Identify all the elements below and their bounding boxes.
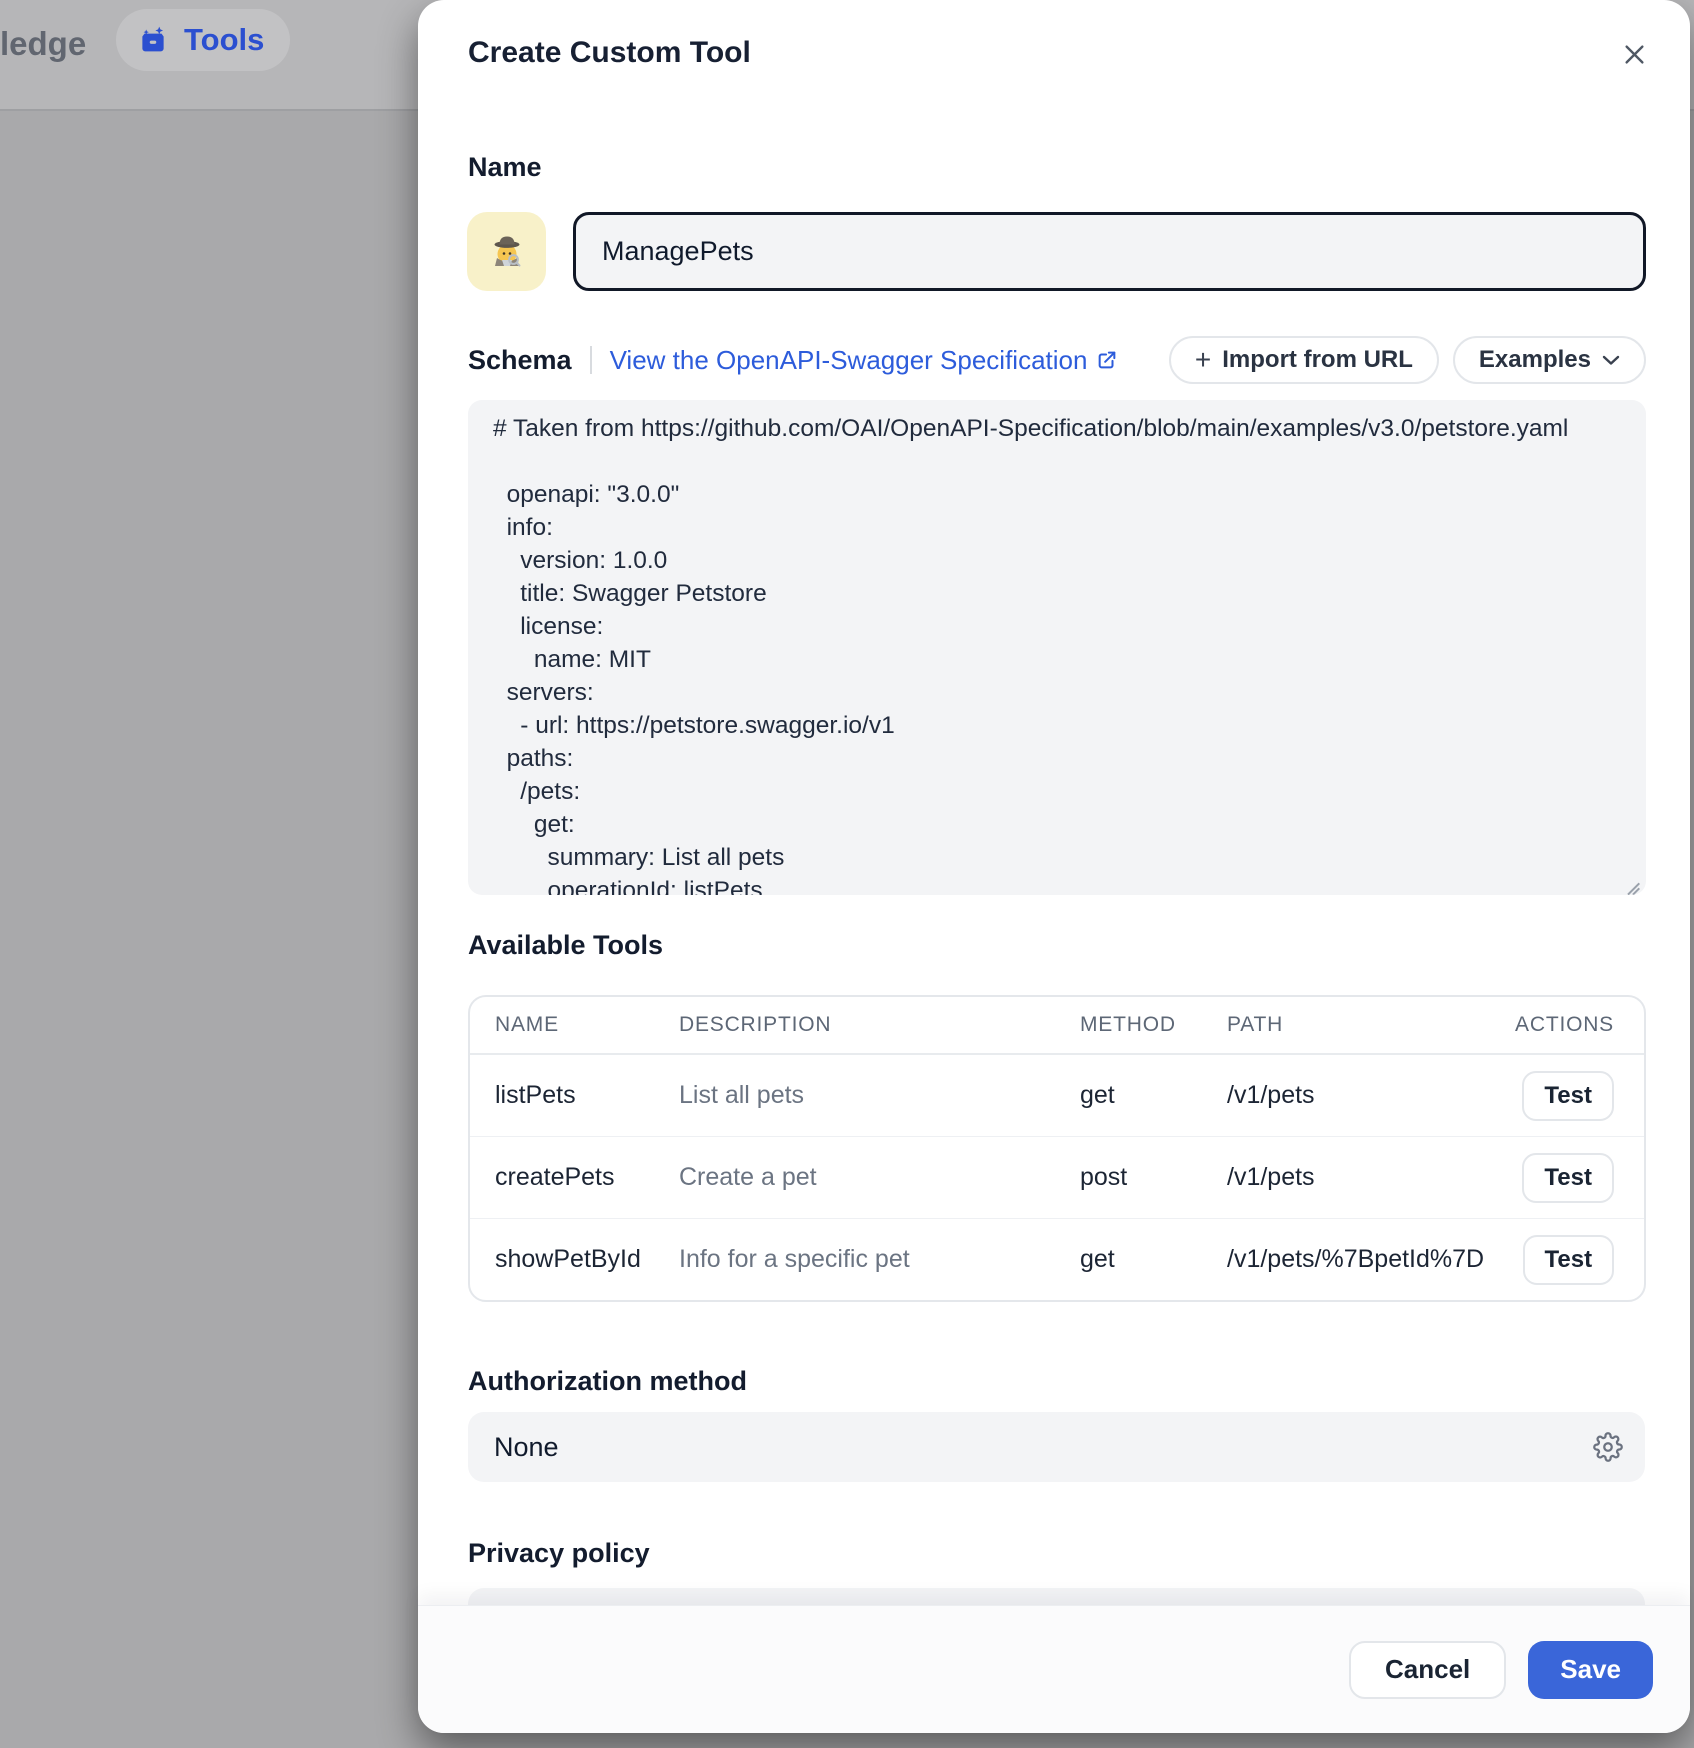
column-header-name: NAME (495, 1013, 679, 1037)
tool-name-cell: listPets (495, 1081, 679, 1110)
schema-code-editor[interactable]: # Taken from https://github.com/OAI/Open… (468, 400, 1646, 895)
tab-tools[interactable]: Tools (116, 9, 290, 71)
test-button[interactable]: Test (1523, 1235, 1615, 1285)
tool-path-cell: /v1/pets (1227, 1163, 1484, 1192)
table-row: showPetByIdInfo for a specific petget/v1… (470, 1219, 1644, 1300)
authorization-method-value: None (494, 1432, 1593, 1463)
available-tools-heading: Available Tools (468, 930, 663, 961)
cancel-button[interactable]: Cancel (1349, 1641, 1506, 1699)
tool-method-cell: get (1080, 1245, 1227, 1274)
authorization-method-heading: Authorization method (468, 1366, 747, 1397)
schema-label: Schema (468, 345, 572, 376)
detective-emoji-icon (485, 230, 529, 274)
table-header-row: NAME DESCRIPTION METHOD PATH ACTIONS (470, 997, 1644, 1055)
column-header-actions: ACTIONS (1515, 1013, 1644, 1037)
available-tools-table: NAME DESCRIPTION METHOD PATH ACTIONS lis… (468, 995, 1646, 1302)
actions-cell: Test (1522, 1153, 1644, 1203)
gear-icon[interactable] (1593, 1432, 1623, 1462)
import-from-url-button[interactable]: + Import from URL (1169, 336, 1439, 384)
tool-description-cell: Info for a specific pet (679, 1245, 1080, 1274)
openapi-spec-link[interactable]: View the OpenAPI-Swagger Specification (610, 345, 1119, 376)
tool-method-cell: post (1080, 1163, 1227, 1192)
openapi-spec-link-label: View the OpenAPI-Swagger Specification (610, 345, 1088, 376)
name-label: Name (468, 152, 542, 183)
examples-dropdown-button[interactable]: Examples (1453, 336, 1646, 384)
table-row: createPetsCreate a petpost/v1/pets Test (470, 1137, 1644, 1219)
vertical-divider (590, 346, 592, 374)
tool-path-cell: /v1/pets (1227, 1081, 1484, 1110)
emoji-picker-button[interactable] (467, 212, 546, 291)
chevron-down-icon (1602, 354, 1620, 366)
tool-path-cell: /v1/pets/%7BpetId%7D (1227, 1245, 1484, 1274)
modal-footer: Cancel Save (418, 1605, 1690, 1733)
tool-name-cell: showPetById (495, 1245, 679, 1274)
tool-description-cell: List all pets (679, 1081, 1080, 1110)
external-link-icon (1096, 349, 1118, 371)
tools-table-body: listPetsList all petsget/v1/petsTestcrea… (470, 1055, 1644, 1300)
save-button[interactable]: Save (1528, 1641, 1653, 1699)
schema-header-row: Schema View the OpenAPI-Swagger Specific… (468, 336, 1646, 384)
column-header-description: DESCRIPTION (679, 1013, 1080, 1037)
tool-name-cell: createPets (495, 1163, 679, 1192)
test-button[interactable]: Test (1522, 1071, 1614, 1121)
tool-method-cell: get (1080, 1081, 1227, 1110)
tool-description-cell: Create a pet (679, 1163, 1080, 1192)
tab-tools-label: Tools (184, 22, 264, 58)
authorization-method-select[interactable]: None (468, 1412, 1645, 1482)
create-custom-tool-modal: Create Custom Tool Name Sch (418, 0, 1690, 1733)
modal-title: Create Custom Tool (468, 36, 751, 70)
import-from-url-label: Import from URL (1222, 346, 1413, 374)
schema-code-text: # Taken from https://github.com/OAI/Open… (493, 412, 1626, 895)
tool-name-input[interactable] (573, 212, 1646, 291)
actions-cell: Test (1522, 1071, 1644, 1121)
close-icon (1621, 41, 1648, 68)
resize-handle[interactable] (1625, 874, 1641, 890)
table-row: listPetsList all petsget/v1/pets Test (470, 1055, 1644, 1137)
plus-icon: + (1195, 346, 1211, 374)
examples-label: Examples (1479, 346, 1591, 374)
toolbox-sparkles-icon (136, 23, 170, 57)
privacy-policy-heading: Privacy policy (468, 1538, 650, 1569)
column-header-method: METHOD (1080, 1013, 1227, 1037)
test-button[interactable]: Test (1522, 1153, 1614, 1203)
column-header-path: PATH (1227, 1013, 1484, 1037)
actions-cell: Test (1523, 1235, 1645, 1285)
close-button[interactable] (1612, 32, 1656, 76)
tab-knowledge-partial[interactable]: ledge (0, 25, 86, 63)
